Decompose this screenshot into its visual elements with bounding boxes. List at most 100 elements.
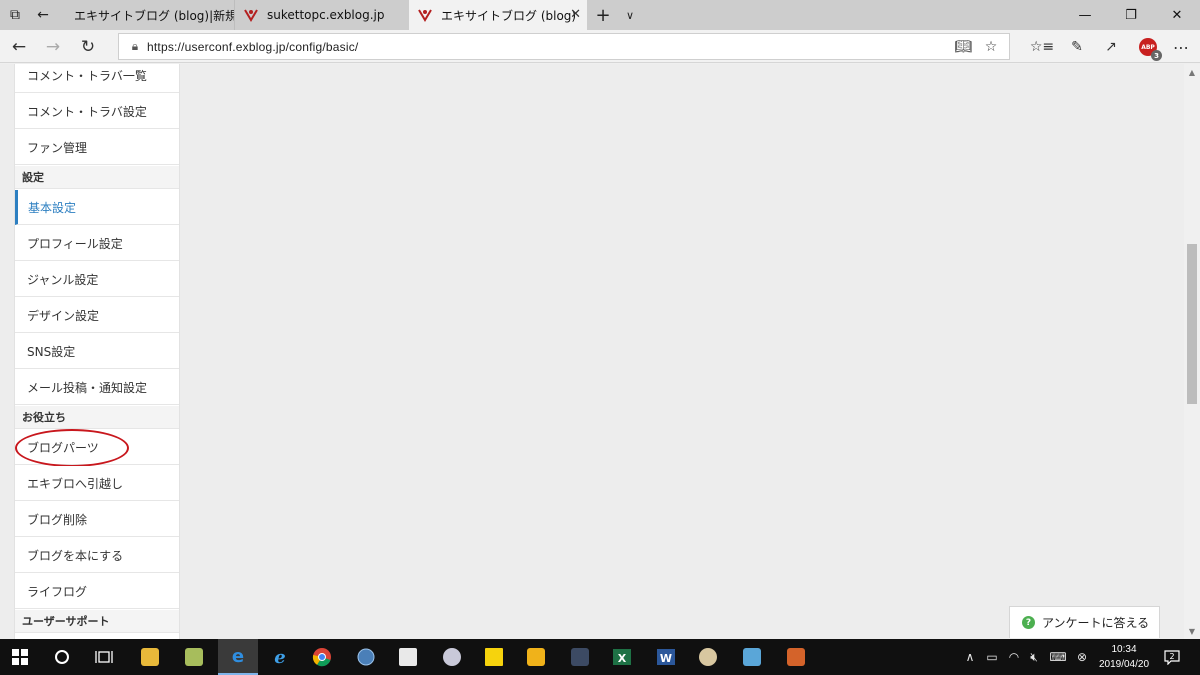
windows-taskbar: e e X W ∧ ▭ ◠ 🔇︎ ⌨︎ ⊗ 10:34 2019/04/20 2 bbox=[0, 639, 1200, 675]
tab-label: sukettopc.exblog.jp bbox=[267, 8, 385, 22]
sidebar-item-label: ジャンル設定 bbox=[27, 272, 99, 287]
tabs-aside-icon[interactable]: ⧉ bbox=[0, 0, 30, 30]
sidebar-item-label: ブログを本にする bbox=[27, 548, 124, 563]
tab-sukettopc[interactable]: sukettopc.exblog.jp bbox=[234, 0, 408, 30]
volume-muted-icon[interactable]: 🔇︎ bbox=[1024, 639, 1044, 675]
adblock-plus-icon[interactable]: ABP 3 bbox=[1133, 34, 1163, 61]
sidebar-item-label: コメント・トラバ設定 bbox=[27, 104, 147, 119]
sidebar-item[interactable]: プロフィール設定 bbox=[15, 226, 179, 261]
sidebar-item-label: メール投稿・通知設定 bbox=[27, 380, 148, 395]
sidebar-item[interactable]: ブログ削除 bbox=[15, 502, 179, 537]
tab-preview-chevron-icon[interactable]: ∨ bbox=[615, 0, 645, 30]
folder-app-icon[interactable] bbox=[174, 639, 214, 675]
chrome-icon[interactable] bbox=[302, 639, 342, 675]
sidebar-item-label: プロフィール設定 bbox=[27, 236, 123, 251]
battery-icon[interactable]: ▭ bbox=[982, 639, 1002, 675]
settings-sidebar: コメント・トラバ一覧 コメント・トラバ設定 ファン管理設定基本設定プロフィール設定ジ… bbox=[14, 64, 180, 639]
exblog-favicon-icon bbox=[418, 9, 432, 22]
page-content: コメント・トラバ一覧 コメント・トラバ設定 ファン管理設定基本設定プロフィール設定ジ… bbox=[0, 64, 1184, 639]
word-icon[interactable]: W bbox=[646, 639, 686, 675]
task-view-icon[interactable] bbox=[84, 639, 124, 675]
globe-app-icon[interactable] bbox=[346, 639, 386, 675]
tab-label: エキサイトブログ (blog)|新規投 bbox=[74, 8, 234, 23]
tab-bar: ⧉ ← エキサイトブログ (blog)|新規投 sukettopc.exblog… bbox=[0, 0, 1200, 30]
svg-text:W: W bbox=[660, 652, 672, 665]
tab-exblog-active[interactable]: エキサイトブログ (blog) ✕ bbox=[409, 0, 587, 30]
more-menu-icon[interactable]: ⋯ bbox=[1166, 34, 1196, 60]
yellow-app-icon[interactable] bbox=[516, 639, 556, 675]
clock[interactable]: 10:34 2019/04/20 bbox=[1094, 642, 1154, 672]
sidebar-item[interactable]: SNS設定 bbox=[15, 334, 179, 369]
scroll-down-icon[interactable]: ▼ bbox=[1184, 623, 1200, 639]
minimize-icon[interactable]: — bbox=[1062, 0, 1108, 30]
forward-icon[interactable]: → bbox=[38, 34, 68, 60]
sidebar-item[interactable]: デザイン設定 bbox=[15, 298, 179, 333]
sidebar-item-label: 基本設定 bbox=[28, 200, 77, 215]
refresh-icon[interactable]: ↻ bbox=[73, 34, 103, 60]
sidebar-section-label: ユーザーサポート bbox=[22, 615, 110, 628]
adblock-count-badge: 3 bbox=[1151, 50, 1162, 61]
survey-button-label: アンケートに答える bbox=[1042, 616, 1150, 630]
sidebar-item-label: ライフログ bbox=[27, 584, 88, 599]
sidebar-item[interactable]: エキブロへ引越し bbox=[15, 466, 179, 501]
favorites-hub-icon[interactable]: ☆≡ bbox=[1027, 34, 1057, 60]
url-text[interactable]: https://userconf.exblog.jp/config/basic/ bbox=[147, 40, 358, 54]
sidebar-item[interactable]: コメント・トラバ一覧 bbox=[15, 64, 179, 93]
scrollbar-thumb[interactable] bbox=[1187, 244, 1197, 404]
edge-browser-icon[interactable]: e bbox=[218, 639, 258, 675]
favorite-star-icon[interactable]: ☆ bbox=[981, 38, 1001, 56]
close-window-icon[interactable]: ✕ bbox=[1154, 0, 1200, 30]
show-hidden-icons-icon[interactable]: ∧ bbox=[960, 639, 980, 675]
address-bar[interactable]: 🔒︎ https://userconf.exblog.jp/config/bas… bbox=[118, 33, 1010, 60]
store-bag-icon[interactable] bbox=[388, 639, 428, 675]
svg-text:e: e bbox=[232, 646, 244, 666]
wifi-icon[interactable]: ◠ bbox=[1004, 639, 1024, 675]
sidebar-item[interactable]: ライフログ bbox=[15, 574, 179, 609]
scroll-up-icon[interactable]: ▲ bbox=[1184, 64, 1200, 80]
web-note-pen-icon[interactable]: ✎ bbox=[1062, 34, 1092, 60]
dark-app-icon[interactable] bbox=[560, 639, 600, 675]
sidebar-item[interactable]: ファン管理 bbox=[15, 130, 179, 165]
share-icon[interactable]: ↗ bbox=[1096, 34, 1126, 60]
sidebar-section-header: 設定 bbox=[15, 166, 179, 189]
sidebar-item-label: ブログ削除 bbox=[27, 512, 88, 527]
internet-explorer-icon[interactable]: e bbox=[260, 639, 300, 675]
toolbox-icon[interactable] bbox=[776, 639, 816, 675]
sidebar-item-label: エキブロへ引越し bbox=[27, 476, 124, 491]
sidebar-section-header: お役立ち bbox=[15, 406, 179, 429]
keyboard-icon[interactable]: ⌨︎ bbox=[1046, 639, 1070, 675]
start-windows-icon[interactable] bbox=[0, 639, 40, 675]
sidebar-item[interactable]: 基本設定 bbox=[15, 190, 179, 225]
vertical-scrollbar[interactable]: ▲ ▼ bbox=[1184, 64, 1200, 639]
tab-blog-new-post[interactable]: エキサイトブログ (blog)|新規投 bbox=[58, 0, 234, 30]
sidebar-item-label: デザイン設定 bbox=[27, 308, 100, 323]
sidebar-item-label: ファン管理 bbox=[27, 140, 88, 155]
sidebar-item-label: ブログパーツ bbox=[27, 440, 99, 455]
reading-view-icon[interactable]: 📖︎ bbox=[953, 38, 973, 56]
svg-text:2: 2 bbox=[1169, 652, 1174, 661]
close-tab-icon[interactable]: ✕ bbox=[570, 7, 581, 22]
status-x-icon[interactable]: ⊗ bbox=[1072, 639, 1092, 675]
show-tabs-aside-icon[interactable]: ← bbox=[28, 0, 58, 30]
paint-palette-icon[interactable] bbox=[688, 639, 728, 675]
clock-date: 2019/04/20 bbox=[1098, 659, 1150, 670]
new-tab-icon[interactable]: + bbox=[588, 0, 618, 30]
file-explorer-icon[interactable] bbox=[130, 639, 170, 675]
paint-brush-app-icon[interactable] bbox=[432, 639, 472, 675]
sidebar-item-label: コメント・トラバ一覧 bbox=[27, 68, 147, 83]
cortana-icon[interactable] bbox=[42, 639, 82, 675]
survey-button[interactable]: ? アンケートに答える bbox=[1009, 606, 1160, 638]
excel-icon[interactable]: X bbox=[602, 639, 642, 675]
action-center-icon[interactable]: 2 bbox=[1160, 639, 1184, 675]
sidebar-item[interactable]: メール投稿・通知設定 bbox=[15, 370, 179, 405]
sidebar-item[interactable]: コメント・トラバ設定 bbox=[15, 94, 179, 129]
sidebar-item[interactable]: ジャンル設定 bbox=[15, 262, 179, 297]
sidebar-item[interactable]: ブログを本にする bbox=[15, 538, 179, 573]
sticky-notes-icon[interactable] bbox=[474, 639, 514, 675]
back-icon[interactable]: ← bbox=[4, 34, 34, 60]
maximize-icon[interactable]: ❐ bbox=[1108, 0, 1154, 30]
remote-desktop-icon[interactable] bbox=[732, 639, 772, 675]
svg-text:e: e bbox=[274, 647, 285, 667]
sidebar-section-label: 設定 bbox=[22, 171, 44, 184]
sidebar-item[interactable]: ブログパーツ bbox=[15, 430, 179, 465]
